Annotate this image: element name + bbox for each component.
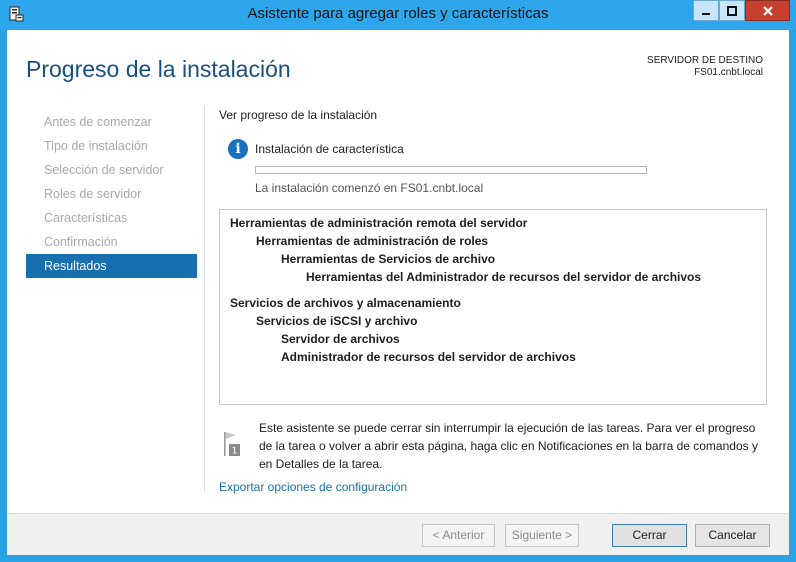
close-icon	[762, 5, 773, 16]
result-item: Servidor de archivos	[281, 332, 400, 346]
results-group-gap	[220, 286, 766, 294]
result-item: Herramientas de Servicios de archivo	[281, 252, 496, 266]
cancel-button[interactable]: Cancelar	[695, 524, 770, 547]
close-window-button[interactable]	[745, 0, 790, 21]
result-item: Servicios de iSCSI y archivo	[256, 314, 418, 328]
notification-flag-icon: 1	[221, 430, 243, 458]
window-controls	[693, 0, 790, 21]
results-list[interactable]: Herramientas de administración remota de…	[219, 209, 767, 405]
destination-server-name: FS01.cnbt.local	[694, 67, 763, 78]
notification-count-badge: 1	[232, 447, 238, 457]
section-heading: Ver progreso de la instalación	[219, 108, 378, 122]
installation-status-title: Instalación de característica	[255, 142, 404, 156]
minimize-button[interactable]	[693, 0, 719, 21]
wizard-steps-nav: Antes de comenzar Tipo de instalación Se…	[26, 110, 197, 278]
installation-status-subtitle: La instalación comenzó en FS01.cnbt.loca…	[255, 181, 484, 195]
result-item: Administrador de recursos del servidor d…	[281, 350, 576, 364]
page-title: Progreso de la instalación	[26, 56, 291, 82]
close-button[interactable]: Cerrar	[612, 524, 687, 547]
nav-step-server-selection[interactable]: Selección de servidor	[26, 158, 197, 182]
minimize-icon	[702, 12, 710, 15]
nav-step-installation-type[interactable]: Tipo de instalación	[26, 134, 197, 158]
destination-server-label: SERVIDOR DE DESTINO	[647, 55, 763, 66]
previous-button[interactable]: < Anterior	[422, 524, 495, 547]
installation-progress-bar	[255, 166, 647, 174]
nav-step-confirmation[interactable]: Confirmación	[26, 230, 197, 254]
result-item: Herramientas del Administrador de recurs…	[306, 270, 702, 284]
nav-step-results[interactable]: Resultados	[26, 254, 197, 278]
maximize-icon	[727, 5, 737, 16]
export-configuration-link[interactable]: Exportar opciones de configuración	[219, 480, 407, 494]
close-notice-text: Este asistente se puede cerrar sin inter…	[259, 421, 758, 471]
nav-step-server-roles[interactable]: Roles de servidor	[26, 182, 197, 206]
maximize-button[interactable]	[719, 0, 745, 21]
result-item: Herramientas de administración de roles	[256, 234, 489, 248]
window-title: Asistente para agregar roles y caracterí…	[247, 5, 549, 22]
nav-step-features[interactable]: Características	[26, 206, 197, 230]
result-item: Herramientas de administración remota de…	[230, 216, 528, 230]
nav-step-before-you-begin[interactable]: Antes de comenzar	[26, 110, 197, 134]
info-icon: i	[228, 139, 248, 159]
title-bar[interactable]: Asistente para agregar roles y caracterí…	[0, 0, 796, 30]
wizard-body: Progreso de la instalación SERVIDOR DE D…	[7, 30, 789, 555]
nav-divider	[204, 106, 205, 492]
next-button[interactable]: Siguiente >	[505, 524, 579, 547]
result-item: Servicios de archivos y almacenamiento	[230, 296, 461, 310]
wizard-footer: < Anterior Siguiente > Cerrar Cancelar	[7, 513, 789, 555]
